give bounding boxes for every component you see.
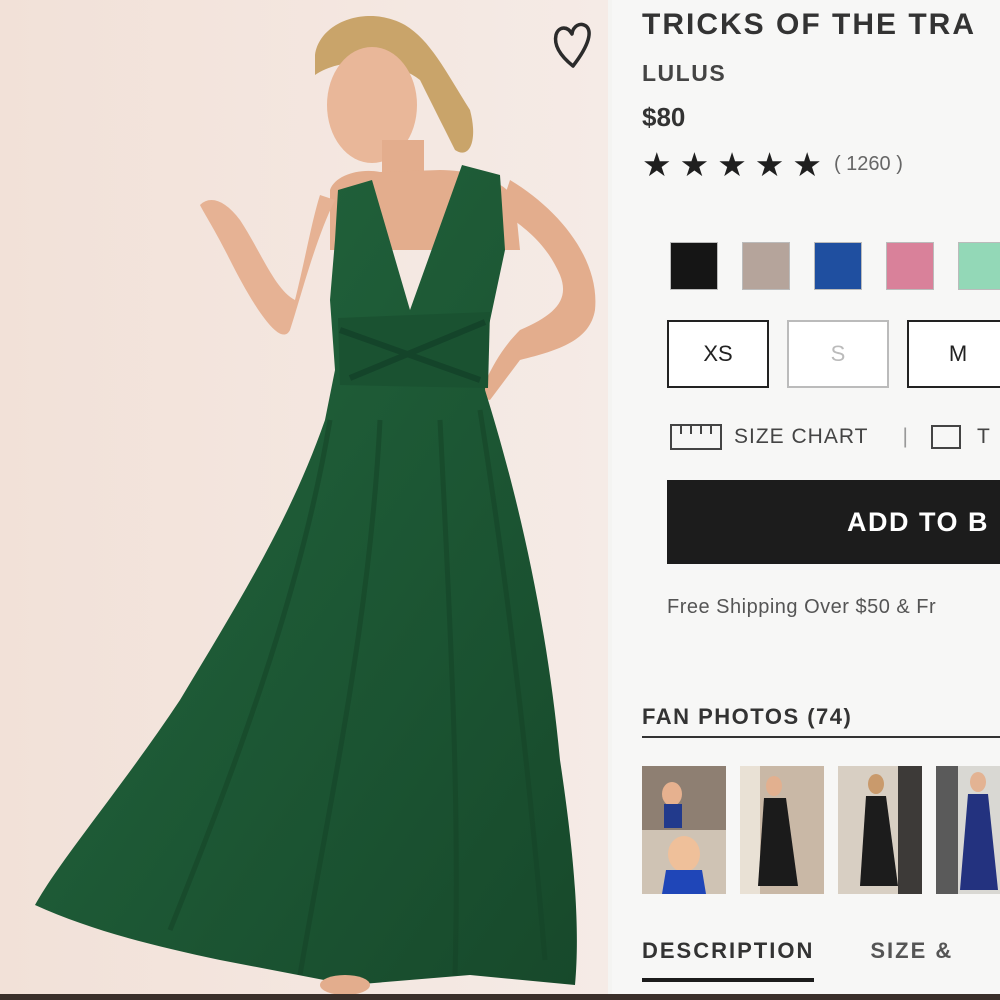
brand-name[interactable]: LULUS xyxy=(642,60,726,87)
product-main-image[interactable] xyxy=(0,0,608,1000)
bottom-edge xyxy=(0,994,1000,1000)
star-icon: ★ xyxy=(642,146,672,183)
speech-bubble-icon xyxy=(930,425,961,449)
tab-description[interactable]: DESCRIPTION xyxy=(642,938,815,982)
add-to-bag-button[interactable]: ADD TO B xyxy=(667,480,1000,564)
size-tools: SIZE CHART | T xyxy=(670,424,991,450)
tab-size-fit[interactable]: SIZE & xyxy=(870,938,953,982)
shipping-info: Free Shipping Over $50 & Fr xyxy=(667,596,937,618)
review-count[interactable]: ( 1260 ) xyxy=(834,153,903,176)
color-swatch-taupe[interactable] xyxy=(742,242,790,290)
product-price: $80 xyxy=(642,102,686,132)
size-option-m[interactable]: M xyxy=(907,320,1000,388)
star-icon: ★ xyxy=(792,146,822,183)
color-swatch-mint[interactable] xyxy=(958,242,1000,290)
questions-link[interactable]: T xyxy=(977,425,991,449)
rating-summary[interactable]: ★ ★ ★ ★ ★ ( 1260 ) xyxy=(642,148,903,181)
size-option-xs[interactable]: XS xyxy=(667,320,769,388)
divider: | xyxy=(902,425,909,448)
color-swatches xyxy=(670,242,1000,290)
color-swatch-pink[interactable] xyxy=(886,242,934,290)
fan-photo-thumbnail[interactable] xyxy=(740,766,824,894)
star-icon: ★ xyxy=(679,146,710,183)
product-info-tabs: DESCRIPTION SIZE & xyxy=(642,938,953,982)
color-swatch-black[interactable] xyxy=(670,242,718,290)
fan-photo-thumbnail[interactable] xyxy=(642,766,726,894)
product-title: TRICKS OF THE TRA xyxy=(642,8,976,41)
fan-photos-strip xyxy=(642,766,1000,894)
fan-photo-thumbnail[interactable] xyxy=(838,766,922,894)
size-chart-link[interactable]: SIZE CHART xyxy=(734,425,868,449)
star-icon: ★ xyxy=(754,146,785,183)
size-option-s[interactable]: S xyxy=(787,320,889,388)
heart-icon[interactable] xyxy=(550,20,596,70)
fan-photos-heading: FAN PHOTOS (74) xyxy=(642,704,1000,738)
ruler-icon xyxy=(670,424,722,450)
product-details-panel: TRICKS OF THE TRA LULUS $80 ★ ★ ★ ★ ★ ( … xyxy=(612,0,1000,1000)
fan-photo-thumbnail[interactable] xyxy=(936,766,1000,894)
color-swatch-blue[interactable] xyxy=(814,242,862,290)
size-selector: XS S M xyxy=(667,320,1000,388)
star-icon: ★ xyxy=(717,146,747,183)
